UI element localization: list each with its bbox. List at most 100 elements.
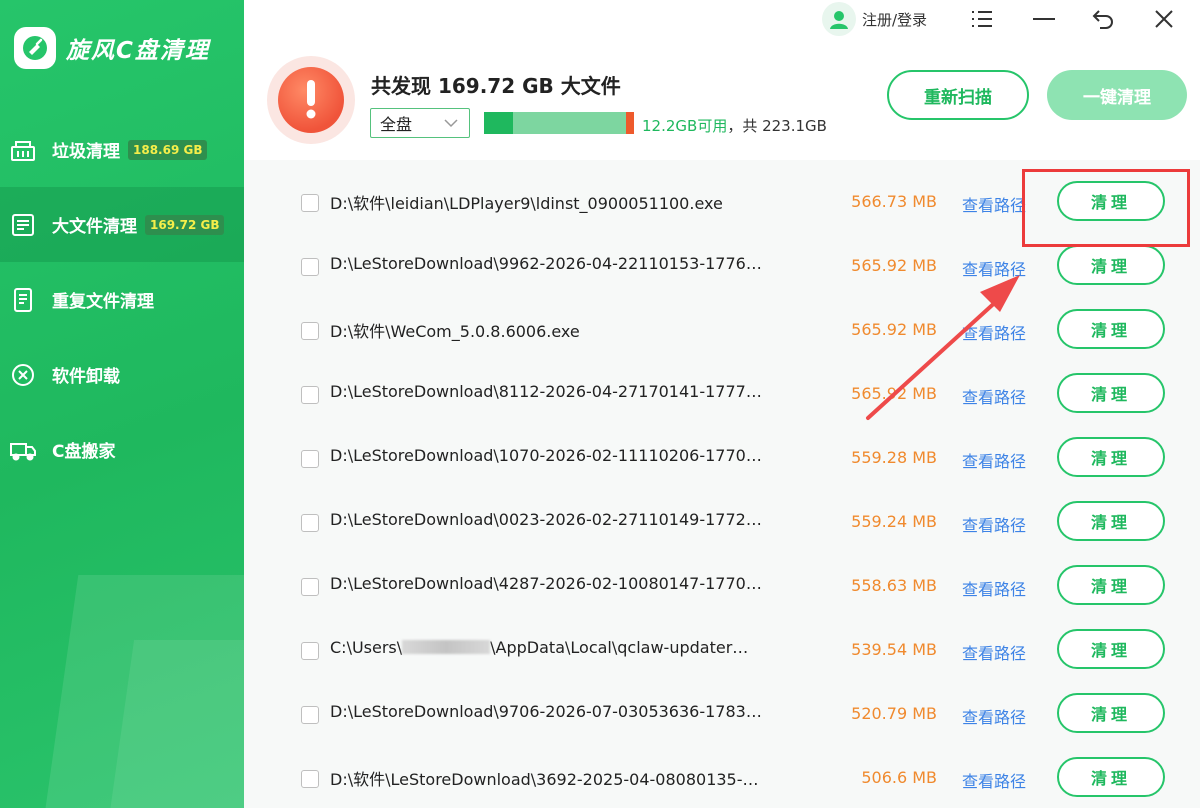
table-row: D:\LeStoreDownload\9706-2026-07-03053636… bbox=[244, 686, 1200, 750]
moving-truck-icon bbox=[8, 435, 38, 465]
view-path-link[interactable]: 查看路径 bbox=[962, 384, 1026, 408]
file-path: D:\软件\leidian\LDPlayer9\ldinst_090005110… bbox=[330, 190, 778, 214]
file-size: 559.28 MB bbox=[851, 448, 937, 467]
table-row: D:\LeStoreDownload\8112-2026-04-27170141… bbox=[244, 366, 1200, 430]
clean-button[interactable]: 清理 bbox=[1057, 373, 1165, 413]
sidebar-item-label: 垃圾清理 bbox=[52, 142, 120, 162]
file-size: 506.6 MB bbox=[861, 768, 937, 787]
view-path-link[interactable]: 查看路径 bbox=[962, 448, 1026, 472]
disk-total: ，共 223.1GB bbox=[727, 117, 827, 135]
file-path-text: D:\软件\WeCom_5.0.8.6006.exe bbox=[330, 322, 580, 341]
sidebar-item-uninstall[interactable]: 软件卸载 bbox=[0, 337, 244, 412]
table-row: D:\LeStoreDownload\4287-2026-02-10080147… bbox=[244, 558, 1200, 622]
view-path-link[interactable]: 查看路径 bbox=[962, 704, 1026, 728]
found-title: 共发现 169.72 GB 大文件 bbox=[371, 74, 621, 98]
duplicate-file-icon bbox=[8, 285, 38, 315]
file-path-text: D:\软件\LeStoreDownload\3692-2025-04-08080… bbox=[330, 770, 759, 789]
row-checkbox[interactable] bbox=[301, 706, 319, 724]
table-row: D:\LeStoreDownload\0023-2026-02-27110149… bbox=[244, 494, 1200, 558]
minimize-icon[interactable] bbox=[1029, 4, 1059, 34]
file-size: 565.92 MB bbox=[851, 320, 937, 339]
file-path: D:\LeStoreDownload\1070-2026-02-11110206… bbox=[330, 446, 778, 465]
alert-icon bbox=[267, 56, 355, 144]
file-path-text: D:\LeStoreDownload\9962-2026-04-22110153… bbox=[330, 254, 762, 273]
scope-value: 全盘 bbox=[380, 115, 413, 134]
file-size: 539.54 MB bbox=[851, 640, 937, 659]
one-click-clean-button[interactable]: 一键清理 bbox=[1047, 70, 1187, 120]
disk-available: 12.2GB可用 bbox=[642, 117, 728, 135]
clean-button[interactable]: 清理 bbox=[1057, 629, 1165, 669]
menu-icon[interactable] bbox=[967, 4, 997, 34]
file-size: 566.73 MB bbox=[851, 192, 937, 211]
file-size: 558.63 MB bbox=[851, 576, 937, 595]
view-path-link[interactable]: 查看路径 bbox=[962, 512, 1026, 536]
size-badge: 188.69 GB bbox=[128, 139, 208, 160]
view-path-link[interactable]: 查看路径 bbox=[962, 576, 1026, 600]
file-path-suffix: \AppData\Local\qclaw-updater… bbox=[490, 638, 749, 657]
close-icon[interactable] bbox=[1149, 4, 1179, 34]
restore-icon[interactable] bbox=[1088, 4, 1118, 34]
clean-button[interactable]: 清理 bbox=[1057, 437, 1165, 477]
row-checkbox[interactable] bbox=[301, 642, 319, 660]
clean-button[interactable]: 清理 bbox=[1057, 757, 1165, 797]
file-size: 565.92 MB bbox=[851, 256, 937, 275]
row-checkbox[interactable] bbox=[301, 514, 319, 532]
sidebar-item-large-file-clean[interactable]: 大文件清理 169.72 GB bbox=[0, 187, 244, 262]
rescan-button[interactable]: 重新扫描 bbox=[887, 70, 1029, 120]
broom-logo-icon bbox=[14, 27, 56, 69]
row-checkbox[interactable] bbox=[301, 578, 319, 596]
view-path-link[interactable]: 查看路径 bbox=[962, 256, 1026, 280]
file-path: D:\LeStoreDownload\8112-2026-04-27170141… bbox=[330, 382, 778, 401]
disk-usage-bar bbox=[484, 112, 634, 134]
table-row: D:\软件\WeCom_5.0.8.6006.exe 565.92 MB 查看路径 清… bbox=[244, 302, 1200, 366]
file-icon bbox=[8, 210, 38, 240]
file-path: D:\LeStoreDownload\4287-2026-02-10080147… bbox=[330, 574, 778, 593]
file-path: D:\LeStoreDownload\0023-2026-02-27110149… bbox=[330, 510, 778, 529]
clean-button[interactable]: 清理 bbox=[1057, 181, 1165, 221]
clean-button[interactable]: 清理 bbox=[1057, 245, 1165, 285]
file-size: 565.92 MB bbox=[851, 384, 937, 403]
file-path-text: D:\软件\leidian\LDPlayer9\ldinst_090005110… bbox=[330, 194, 723, 213]
large-file-list: D:\软件\leidian\LDPlayer9\ldinst_090005110… bbox=[244, 160, 1200, 808]
table-row: D:\LeStoreDownload\9962-2026-04-22110153… bbox=[244, 238, 1200, 302]
sidebar: 旋风C盘清理 垃圾清理 188.69 GB 大文件清理 169.72 GB 重复… bbox=[0, 0, 244, 808]
sidebar-item-duplicate-file-clean[interactable]: 重复文件清理 bbox=[0, 262, 244, 337]
view-path-link[interactable]: 查看路径 bbox=[962, 320, 1026, 344]
table-row: C:\Users\ \AppData\Local\qclaw-updater… 53… bbox=[244, 622, 1200, 686]
file-path-text: D:\LeStoreDownload\1070-2026-02-11110206… bbox=[330, 446, 762, 465]
view-path-link[interactable]: 查看路径 bbox=[962, 768, 1026, 792]
row-checkbox[interactable] bbox=[301, 770, 319, 788]
clean-button[interactable]: 清理 bbox=[1057, 693, 1165, 733]
view-path-link[interactable]: 查看路径 bbox=[962, 192, 1026, 216]
row-checkbox[interactable] bbox=[301, 386, 319, 404]
uninstall-icon bbox=[8, 360, 38, 390]
file-size: 559.24 MB bbox=[851, 512, 937, 531]
file-path: D:\软件\LeStoreDownload\3692-2025-04-08080… bbox=[330, 766, 778, 790]
scope-dropdown[interactable]: 全盘 bbox=[370, 108, 470, 138]
view-path-link[interactable]: 查看路径 bbox=[962, 640, 1026, 664]
disk-usage-warning bbox=[626, 112, 634, 134]
broom-icon bbox=[8, 135, 38, 165]
chevron-down-icon bbox=[443, 115, 459, 135]
sidebar-item-junk-clean[interactable]: 垃圾清理 188.69 GB bbox=[0, 112, 244, 187]
app-brand: 旋风C盘清理 bbox=[14, 24, 210, 72]
row-checkbox[interactable] bbox=[301, 450, 319, 468]
redacted-username bbox=[402, 640, 491, 654]
scan-summary: 共发现 169.72 GB 大文件 全盘 12.2GB可用，共 223.1GB … bbox=[244, 44, 1200, 160]
disk-usage-fill bbox=[484, 112, 513, 134]
file-path: D:\软件\WeCom_5.0.8.6006.exe bbox=[330, 318, 778, 342]
file-path: D:\LeStoreDownload\9962-2026-04-22110153… bbox=[330, 254, 778, 273]
sidebar-item-label: 大文件清理 bbox=[52, 217, 137, 237]
clean-button[interactable]: 清理 bbox=[1057, 309, 1165, 349]
login-button[interactable]: 注册/登录 bbox=[822, 2, 927, 36]
row-checkbox[interactable] bbox=[301, 258, 319, 276]
file-path: D:\LeStoreDownload\9706-2026-07-03053636… bbox=[330, 702, 778, 721]
login-label: 注册/登录 bbox=[862, 10, 928, 29]
row-checkbox[interactable] bbox=[301, 194, 319, 212]
clean-button[interactable]: 清理 bbox=[1057, 565, 1165, 605]
sidebar-item-c-drive-move[interactable]: C盘搬家 bbox=[0, 412, 244, 487]
title-bar: 注册/登录 bbox=[244, 0, 1200, 36]
file-path-prefix: C:\Users\ bbox=[330, 638, 403, 657]
clean-button[interactable]: 清理 bbox=[1057, 501, 1165, 541]
row-checkbox[interactable] bbox=[301, 322, 319, 340]
